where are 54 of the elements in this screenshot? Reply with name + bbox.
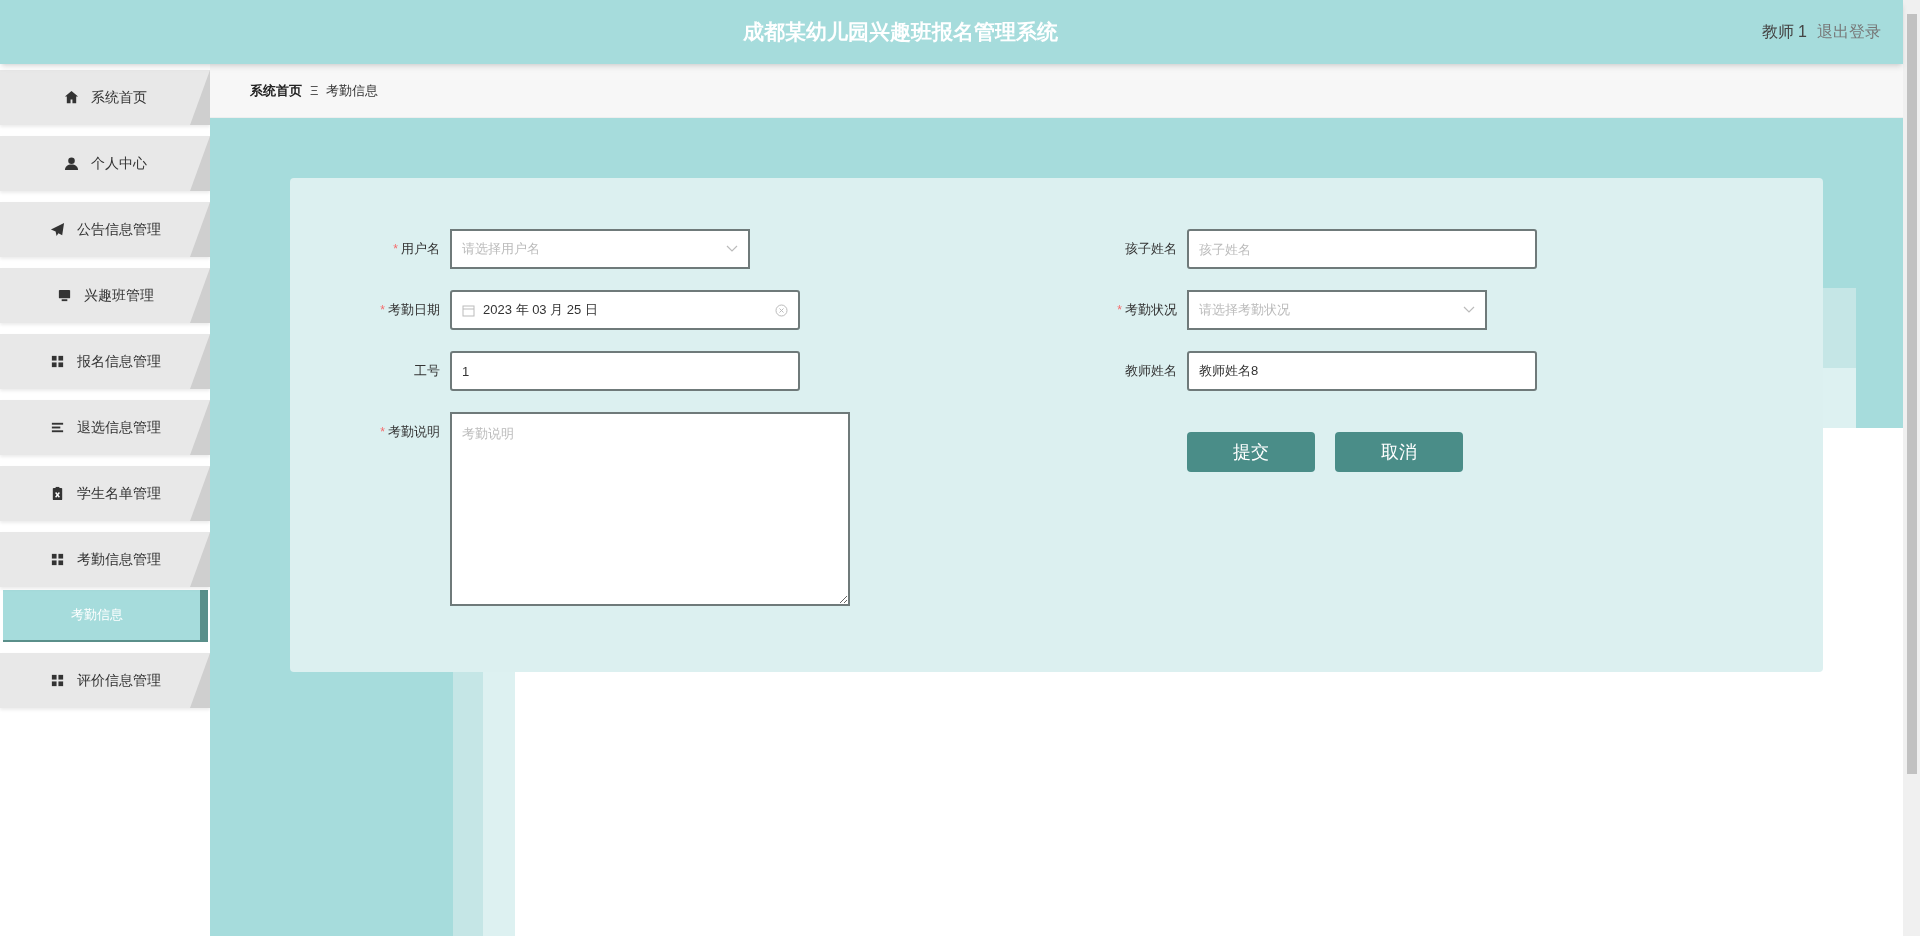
paper-plane-icon bbox=[49, 222, 65, 237]
field-label: 考勤日期 bbox=[388, 301, 440, 320]
fold-corner bbox=[190, 466, 210, 521]
required-mark: * bbox=[380, 424, 385, 441]
field-label: 考勤说明 bbox=[388, 423, 440, 442]
field-label: 用户名 bbox=[401, 240, 440, 259]
sidebar-item[interactable]: 系统首页 bbox=[0, 70, 210, 125]
calendar-icon bbox=[462, 303, 475, 317]
sidebar-item[interactable]: 报名信息管理 bbox=[0, 334, 210, 389]
fold-corner bbox=[190, 70, 210, 125]
breadcrumb-separator: Ξ bbox=[310, 81, 319, 100]
field-label: 工号 bbox=[414, 362, 440, 381]
sidebar-item[interactable]: 个人中心 bbox=[0, 136, 210, 191]
field-label: 教师姓名 bbox=[1125, 362, 1177, 381]
chevron-down-icon bbox=[726, 245, 738, 253]
grid-icon bbox=[49, 673, 65, 688]
scrollbar[interactable] bbox=[1903, 0, 1920, 936]
grid-icon bbox=[49, 552, 65, 567]
textarea-field[interactable]: 考勤说明 bbox=[450, 412, 850, 606]
input-field[interactable]: 教师姓名8 bbox=[1187, 351, 1537, 391]
required-mark: * bbox=[380, 302, 385, 319]
breadcrumb-link[interactable]: 系统首页 bbox=[250, 80, 302, 101]
user-name: 教师 1 bbox=[1761, 22, 1807, 42]
input-field[interactable]: 1 bbox=[450, 351, 800, 391]
date-field[interactable]: 2023 年 03 月 25 日 bbox=[450, 290, 800, 330]
user-icon bbox=[63, 156, 79, 171]
fold-corner bbox=[190, 202, 210, 257]
fold-corner bbox=[190, 334, 210, 389]
clear-icon[interactable] bbox=[775, 303, 788, 317]
cancel-button[interactable]: 取消 bbox=[1335, 432, 1463, 472]
sidebar-item[interactable]: 学生名单管理 bbox=[0, 466, 210, 521]
fold-corner bbox=[190, 136, 210, 191]
home-icon bbox=[63, 90, 79, 105]
grid-icon bbox=[49, 354, 65, 369]
required-mark: * bbox=[393, 241, 398, 258]
sidebar-item[interactable]: 兴趣班管理 bbox=[0, 268, 210, 323]
sidebar-item[interactable]: 评价信息管理 bbox=[0, 653, 210, 708]
fold-corner bbox=[190, 532, 210, 587]
monitor-icon bbox=[56, 288, 72, 303]
input-field[interactable]: 孩子姓名 bbox=[1187, 229, 1537, 269]
fold-corner bbox=[190, 653, 210, 708]
sidebar-item[interactable]: 公告信息管理 bbox=[0, 202, 210, 257]
sidebar-item[interactable]: 退选信息管理 bbox=[0, 400, 210, 455]
submit-button[interactable]: 提交 bbox=[1187, 432, 1315, 472]
fold-corner bbox=[190, 268, 210, 323]
field-label: 考勤状况 bbox=[1125, 301, 1177, 320]
required-mark: * bbox=[1117, 302, 1122, 319]
breadcrumb-link[interactable]: 考勤信息 bbox=[326, 80, 379, 101]
list-icon bbox=[49, 420, 65, 435]
app-title: 成都某幼儿园兴趣班报名管理系统 bbox=[742, 19, 1059, 46]
fold-corner bbox=[190, 400, 210, 455]
chevron-down-icon bbox=[1463, 306, 1475, 314]
sidebar-item[interactable]: 考勤信息管理 bbox=[0, 532, 210, 587]
field-label: 孩子姓名 bbox=[1125, 240, 1177, 259]
